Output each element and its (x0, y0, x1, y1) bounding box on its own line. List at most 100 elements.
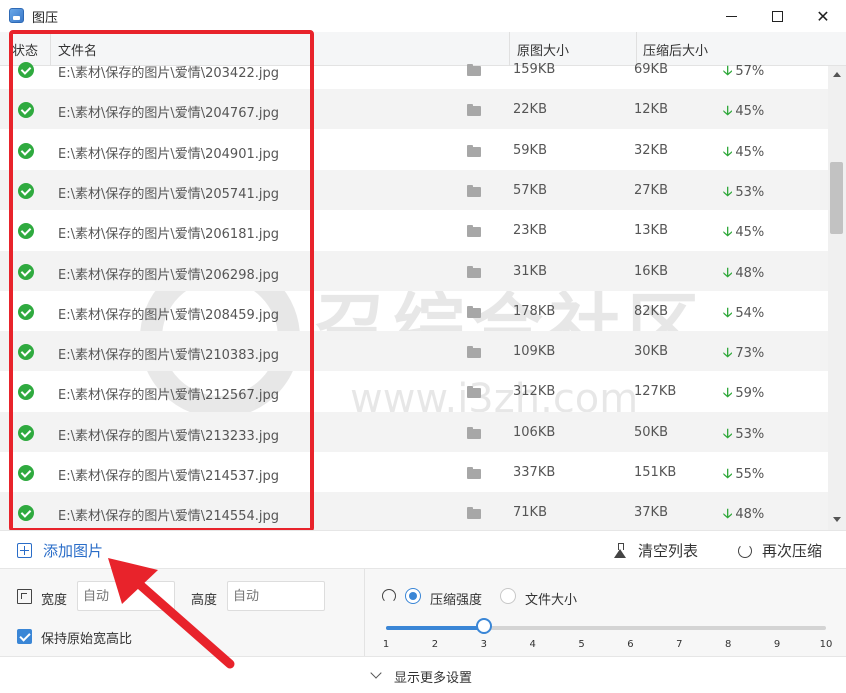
width-input[interactable] (77, 581, 175, 611)
folder-icon[interactable] (467, 104, 481, 117)
slider-tick-label: 1 (382, 639, 390, 650)
table-row[interactable]: E:\素材\保存的图片\爱情\212567.jpg 312KB 127KB 🡣 59% (0, 371, 828, 411)
compression-ratio-value: 57% (735, 64, 765, 79)
flask-icon (614, 543, 626, 558)
original-size: 31KB (513, 263, 547, 279)
vertical-scrollbar[interactable] (828, 66, 846, 530)
folder-icon[interactable] (467, 144, 481, 157)
slider-tick-label: 10 (819, 639, 833, 650)
folder-icon[interactable] (467, 507, 481, 520)
show-more-settings-button[interactable]: 显示更多设置 (0, 656, 846, 693)
strength-slider-track[interactable] (386, 626, 826, 630)
add-image-button[interactable]: 添加图片 (17, 540, 103, 561)
filesize-mode-label[interactable]: 文件大小 (525, 589, 577, 608)
slider-tick-label: 3 (480, 639, 487, 650)
recompress-button[interactable]: 再次压缩 (738, 540, 822, 561)
folder-icon[interactable] (467, 346, 481, 359)
maximize-button[interactable] (754, 0, 800, 32)
scroll-up-icon[interactable] (833, 72, 841, 77)
clear-list-label: 清空列表 (638, 542, 699, 560)
table-row[interactable]: E:\素材\保存的图片\爱情\203422.jpg 159KB 69KB 🡣 57% (0, 50, 828, 89)
folder-icon[interactable] (467, 225, 481, 238)
minimize-button[interactable] (708, 0, 754, 32)
original-size: 22KB (513, 102, 547, 118)
compressed-size: 32KB (634, 142, 668, 158)
arrow-down-icon: 🡣 (723, 184, 733, 200)
file-path: E:\素材\保存的图片\爱情\206298.jpg (58, 267, 279, 283)
compressed-size: 12KB (634, 102, 668, 118)
folder-icon[interactable] (467, 426, 481, 439)
settings-panel: 宽度 高度 保持原始宽高比 压缩强度 文件大小 1 2 3 4 5 6 7 8 9 10 (0, 568, 846, 657)
success-check-icon (18, 182, 34, 199)
strength-mode-radio[interactable] (405, 588, 421, 604)
table-row[interactable]: E:\素材\保存的图片\爱情\206181.jpg 23KB 13KB 🡣 45% (0, 210, 828, 250)
table-row[interactable]: E:\素材\保存的图片\爱情\214537.jpg 337KB 151KB 🡣 55% (0, 452, 828, 492)
table-row[interactable]: E:\素材\保存的图片\爱情\206298.jpg 31KB 16KB 🡣 48% (0, 250, 828, 291)
success-check-icon (18, 465, 34, 481)
folder-icon[interactable] (467, 64, 481, 76)
file-path: E:\素材\保存的图片\爱情\210383.jpg (58, 348, 279, 364)
clear-list-button[interactable]: 清空列表 (614, 540, 698, 561)
table-row[interactable]: E:\素材\保存的图片\爱情\208459.jpg 178KB 82KB 🡣 54% (0, 291, 828, 331)
file-path: E:\素材\保存的图片\爱情\204767.jpg (58, 106, 279, 122)
window-title: 图压 (32, 11, 59, 26)
close-button[interactable]: ✕ (800, 0, 846, 32)
folder-icon[interactable] (467, 265, 481, 278)
title-bar: 图压 ✕ (0, 0, 846, 32)
keep-ratio-label[interactable]: 保持原始宽高比 (41, 628, 132, 647)
compression-ratio-value: 53% (735, 184, 765, 200)
strength-slider-thumb[interactable] (475, 618, 492, 634)
compressed-size: 69KB (634, 62, 668, 77)
height-input[interactable] (227, 581, 325, 611)
app-icon (9, 8, 24, 23)
folder-icon[interactable] (467, 184, 481, 197)
slider-tick-label: 8 (725, 639, 732, 650)
slider-tick-label: 6 (627, 639, 634, 650)
arrow-down-icon: 🡣 (723, 346, 733, 362)
compression-ratio-value: 54% (735, 305, 765, 321)
file-path: E:\素材\保存的图片\爱情\214554.jpg (58, 509, 279, 525)
add-icon (17, 543, 32, 558)
filesize-mode-radio[interactable] (500, 588, 516, 604)
resize-icon (17, 589, 32, 604)
slider-tick-label: 7 (676, 639, 683, 650)
compression-ratio-value: 45% (735, 144, 765, 160)
compressed-size: 82KB (634, 303, 668, 319)
table-row[interactable]: E:\素材\保存的图片\爱情\210383.jpg 109KB 30KB 🡣 73% (0, 331, 828, 372)
original-size: 178KB (513, 303, 556, 319)
add-image-label: 添加图片 (43, 542, 104, 560)
folder-icon[interactable] (467, 467, 481, 479)
scrollbar-thumb[interactable] (830, 162, 843, 234)
success-check-icon (18, 62, 34, 78)
scroll-down-icon[interactable] (833, 517, 841, 522)
table-row[interactable]: E:\素材\保存的图片\爱情\204901.jpg 59KB 32KB 🡣 45% (0, 130, 828, 170)
table-row[interactable]: E:\素材\保存的图片\爱情\204767.jpg 22KB 12KB 🡣 45% (0, 89, 828, 130)
compression-ratio: 🡣 54% (723, 304, 764, 326)
folder-icon[interactable] (467, 305, 481, 318)
table-row[interactable]: E:\素材\保存的图片\爱情\205741.jpg 57KB 27KB 🡣 53% (0, 169, 828, 210)
compression-ratio-value: 73% (735, 346, 765, 362)
file-path: E:\素材\保存的图片\爱情\206181.jpg (58, 227, 279, 243)
slider-tick-label: 9 (773, 639, 781, 650)
success-check-icon (18, 142, 34, 159)
arrow-down-icon: 🡣 (723, 104, 733, 120)
table-row[interactable]: E:\素材\保存的图片\爱情\213233.jpg 106KB 50KB 🡣 53% (0, 411, 828, 452)
maximize-icon (771, 10, 783, 22)
file-path: E:\素材\保存的图片\爱情\213233.jpg (58, 428, 279, 444)
slider-tick-label: 5 (578, 639, 585, 650)
original-size: 337KB (513, 465, 556, 480)
file-list[interactable]: E:\素材\保存的图片\爱情\203422.jpg 159KB 69KB 🡣 57% E:… (0, 50, 828, 530)
original-size: 59KB (513, 142, 547, 158)
table-row[interactable]: E:\素材\保存的图片\爱情\214554.jpg 71KB 37KB 🡣 48% (0, 492, 828, 530)
keep-ratio-checkbox[interactable] (17, 629, 32, 644)
original-size: 109KB (513, 344, 556, 360)
folder-icon[interactable] (467, 386, 481, 399)
settings-divider (364, 569, 365, 657)
file-path: E:\素材\保存的图片\爱情\212567.jpg (58, 388, 279, 404)
strength-mode-label[interactable]: 压缩强度 (430, 589, 482, 608)
compression-ratio: 🡣 73% (723, 344, 764, 366)
arrow-down-icon: 🡣 (723, 426, 733, 442)
success-check-icon (18, 505, 34, 522)
compression-ratio-value: 45% (735, 104, 765, 120)
original-size: 23KB (513, 223, 547, 239)
